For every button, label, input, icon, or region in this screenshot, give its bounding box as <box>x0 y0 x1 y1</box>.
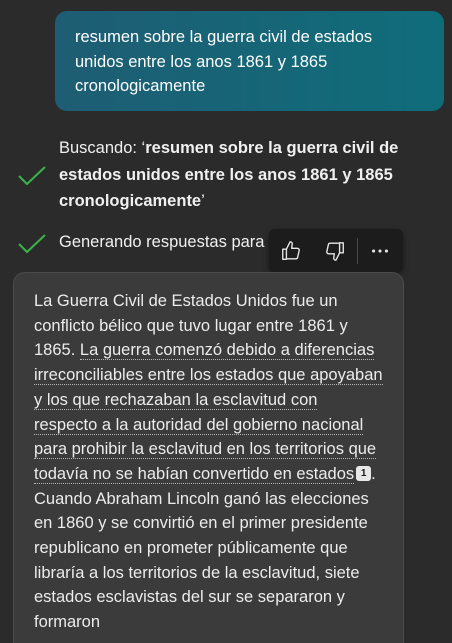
user-message-bubble: resumen sobre la guerra civil de estados… <box>55 11 444 111</box>
message-action-bar <box>269 229 403 272</box>
checkmark-icon <box>18 234 46 254</box>
checkmark-icon <box>18 166 46 186</box>
dislike-button[interactable] <box>313 229 357 272</box>
like-button[interactable] <box>269 229 313 272</box>
answer-text-continued: . Cuando Abraham Lincoln ganó las elecci… <box>34 464 376 632</box>
thumbs-up-icon <box>282 240 300 260</box>
cited-passage[interactable]: La guerra comenzó debido a diferencias i… <box>34 341 383 484</box>
searching-status-text: Buscando: ‘resumen sobre la guerra civil… <box>59 135 419 215</box>
citation-badge[interactable]: 1 <box>356 465 372 481</box>
more-options-button[interactable] <box>358 229 402 272</box>
searching-suffix: ’ <box>201 192 205 210</box>
generating-status-text: Generando respuestas para <box>59 233 265 251</box>
answer-card: La Guerra Civil de Estados Unidos fue un… <box>13 272 404 643</box>
thumbs-down-icon <box>326 241 344 261</box>
chat-page: resumen sobre la guerra civil de estados… <box>0 0 452 643</box>
more-options-icon <box>372 248 388 253</box>
searching-prefix: Buscando: ‘ <box>59 139 146 157</box>
user-message-text: resumen sobre la guerra civil de estados… <box>75 28 373 95</box>
